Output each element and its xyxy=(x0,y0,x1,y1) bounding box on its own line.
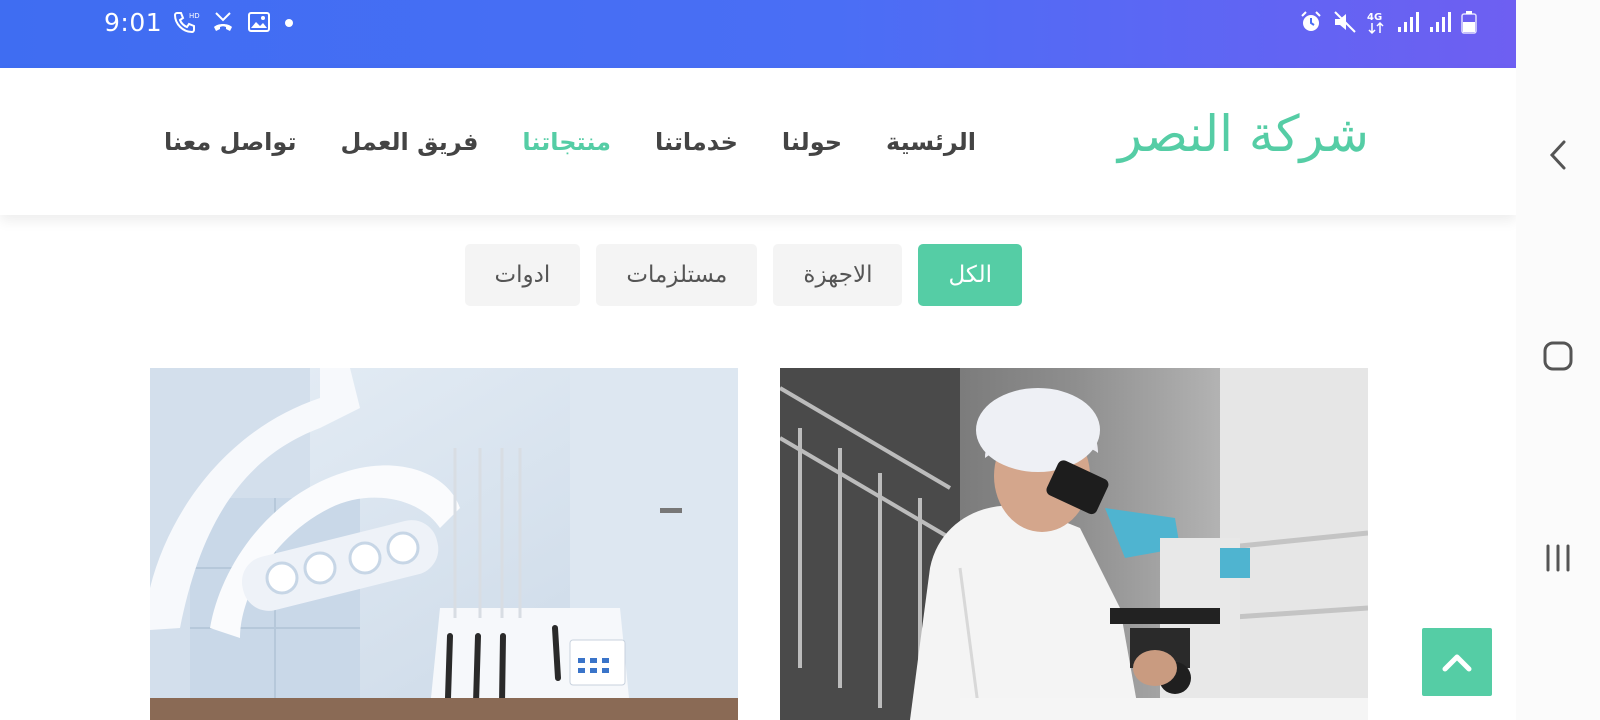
product-card[interactable] xyxy=(150,368,738,720)
alarm-icon xyxy=(1298,9,1324,35)
dental-chair-photo xyxy=(150,368,738,720)
nav-item-contact[interactable]: تواصل معنا xyxy=(164,124,296,160)
filter-supplies-button[interactable]: مستلزمات xyxy=(596,244,758,306)
svg-text:HD: HD xyxy=(189,12,200,20)
status-bar: 9:01 HD 4G xyxy=(0,0,1516,68)
nav-item-services[interactable]: خدماتنا xyxy=(655,124,738,160)
svg-text:4G: 4G xyxy=(1367,12,1382,23)
missed-call-icon xyxy=(210,9,236,35)
image-icon xyxy=(246,9,272,35)
back-icon[interactable] xyxy=(1516,138,1600,172)
nav-item-home[interactable]: الرئسية xyxy=(886,124,976,160)
product-filters: الكل الاجهزة مستلزمات ادوات xyxy=(464,244,1022,306)
nav-item-team[interactable]: فريق العمل xyxy=(340,124,478,160)
site-header: شركة النصر الرئسية حولنا خدماتنا منتجاتن… xyxy=(0,68,1516,215)
filter-tools-button[interactable]: ادوات xyxy=(464,244,581,306)
site-logo[interactable]: شركة النصر xyxy=(1118,98,1369,170)
signal-icon xyxy=(1396,9,1420,35)
dot-icon xyxy=(282,9,296,35)
nav-item-about[interactable]: حولنا xyxy=(782,124,842,160)
mute-icon xyxy=(1332,9,1358,35)
status-right: 4G xyxy=(1298,6,1478,38)
nav-item-products[interactable]: منتجاتنا xyxy=(522,124,611,160)
scientist-microscope-photo xyxy=(780,368,1368,720)
signal-icon xyxy=(1428,9,1452,35)
product-card[interactable] xyxy=(780,368,1368,720)
battery-icon xyxy=(1460,9,1478,35)
recents-icon[interactable] xyxy=(1516,542,1600,574)
network-4g-icon: 4G xyxy=(1366,9,1388,35)
status-time: 9:01 xyxy=(104,7,163,37)
filter-all-button[interactable]: الكل xyxy=(918,244,1022,306)
filter-devices-button[interactable]: الاجهزة xyxy=(773,244,903,306)
call-hd-icon: HD xyxy=(172,9,200,35)
home-icon[interactable] xyxy=(1516,340,1600,372)
back-to-top-button[interactable] xyxy=(1422,628,1492,696)
status-left: 9:01 HD xyxy=(104,6,296,38)
main-nav: الرئسية حولنا خدماتنا منتجاتنا فريق العم… xyxy=(164,124,976,160)
android-navigation-bar xyxy=(1516,0,1600,720)
chevron-up-icon xyxy=(1442,654,1472,672)
